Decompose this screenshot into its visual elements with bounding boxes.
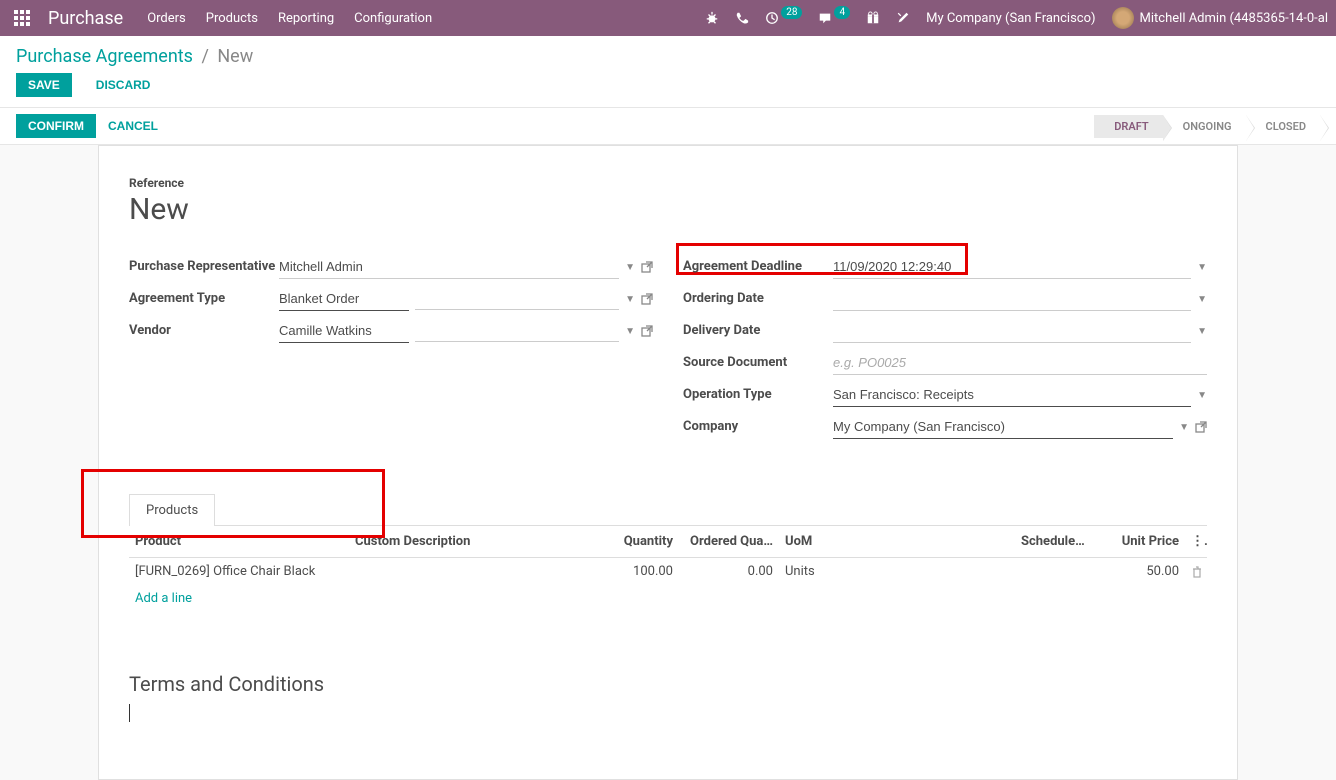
messages-badge: 4 [834,6,850,19]
phone-icon[interactable] [735,11,749,25]
breadcrumb-parent[interactable]: Purchase Agreements [16,46,193,67]
vendor-label: Vendor [129,319,279,338]
external-link-icon[interactable] [1195,421,1207,433]
deadline-input[interactable] [833,255,1191,279]
chevron-down-icon[interactable]: ▼ [625,326,635,337]
systray: 28 4 My Company (San Francisco) Mitchell… [705,7,1328,29]
table-row[interactable]: [FURN_0269] Office Chair Black 100.00 0.… [129,558,1207,586]
external-link-icon[interactable] [641,293,653,305]
chevron-down-icon[interactable]: ▼ [1197,326,1207,337]
col-scheduled[interactable]: Scheduled … [1015,526,1095,558]
cancel-button[interactable]: CANCEL [96,114,170,138]
terms-input[interactable] [130,704,1204,739]
col-uom[interactable]: UoM [779,526,839,558]
bug-icon[interactable] [705,11,719,25]
reference-value: New [129,192,1207,227]
menu-products[interactable]: Products [206,11,258,26]
cell-custom-desc[interactable] [349,558,609,586]
cell-product[interactable]: [FURN_0269] Office Chair Black [129,558,349,586]
external-link-icon[interactable] [641,325,653,337]
user-name: Mitchell Admin (4485365-14-0-al [1140,11,1328,26]
tab-products[interactable]: Products [129,494,215,526]
operation-type-input[interactable] [833,383,1191,407]
main-menu: Orders Products Reporting Configuration [147,11,432,26]
menu-configuration[interactable]: Configuration [354,11,432,26]
status-ongoing[interactable]: ONGOING [1163,115,1246,138]
top-navbar: Purchase Orders Products Reporting Confi… [0,0,1336,36]
source-doc-input[interactable] [833,351,1207,375]
status-closed[interactable]: CLOSED [1246,115,1320,138]
avatar [1112,7,1134,29]
products-table: Product Custom Description Quantity Orde… [129,526,1207,612]
activities-icon[interactable]: 28 [765,11,802,25]
form-right-col: Agreement Deadline ▼ Ordering Date ▼ Del… [683,255,1207,447]
agreement-type-label: Agreement Type [129,287,279,306]
control-panel: Purchase Agreements / New SAVE DISCARD [0,36,1336,108]
menu-orders[interactable]: Orders [147,11,186,26]
vendor-input[interactable] [279,319,409,343]
purchase-rep-label: Purchase Representative [129,255,279,274]
tools-icon[interactable] [896,11,910,25]
options-icon[interactable]: ⋮ [1185,526,1207,558]
agreement-type-input[interactable] [279,287,409,311]
form-sheet: Reference New Purchase Representative ▼ … [98,145,1238,780]
status-arrows: DRAFT ONGOING CLOSED [1094,115,1320,138]
trash-icon[interactable] [1185,558,1207,586]
form-left-col: Purchase Representative ▼ Agreement Type… [129,255,653,447]
deadline-label: Agreement Deadline [683,255,833,274]
company-label: Company [683,415,833,434]
ordering-date-input[interactable] [833,287,1191,311]
cell-unit-price[interactable]: 50.00 [1095,558,1185,586]
col-custom-desc[interactable]: Custom Description [349,526,609,558]
add-line-link[interactable]: Add a line [135,591,192,606]
breadcrumb: Purchase Agreements / New [16,46,253,67]
chevron-down-icon[interactable]: ▼ [625,294,635,305]
apps-icon[interactable] [8,4,36,32]
chevron-down-icon[interactable]: ▼ [625,262,635,273]
chevron-down-icon[interactable]: ▼ [1197,294,1207,305]
app-name[interactable]: Purchase [48,8,123,29]
notebook: Products Product Custom Description Quan… [129,493,1207,612]
cell-quantity[interactable]: 100.00 [609,558,679,586]
messages-icon[interactable]: 4 [818,11,850,25]
external-link-icon[interactable] [641,261,653,273]
activities-badge: 28 [781,6,802,19]
cell-ordered[interactable]: 0.00 [679,558,779,586]
reference-label: Reference [129,176,1207,190]
purchase-rep-input[interactable] [279,255,619,279]
menu-reporting[interactable]: Reporting [278,11,334,26]
user-menu[interactable]: Mitchell Admin (4485365-14-0-al [1112,7,1328,29]
save-button[interactable]: SAVE [16,73,72,97]
chevron-down-icon[interactable]: ▼ [1197,390,1207,401]
status-draft[interactable]: DRAFT [1094,115,1162,138]
col-unit-price[interactable]: Unit Price [1095,526,1185,558]
gift-icon[interactable] [866,11,880,25]
delivery-date-input[interactable] [833,319,1191,343]
company-input[interactable] [833,415,1173,439]
col-quantity[interactable]: Quantity [609,526,679,558]
chevron-down-icon[interactable]: ▼ [1179,422,1189,433]
statusbar: CONFIRM CANCEL DRAFT ONGOING CLOSED [0,108,1336,145]
discard-button[interactable]: DISCARD [84,73,163,97]
source-doc-label: Source Document [683,351,833,370]
operation-type-label: Operation Type [683,383,833,402]
confirm-button[interactable]: CONFIRM [16,114,96,138]
chevron-down-icon[interactable]: ▼ [1197,262,1207,273]
col-ordered[interactable]: Ordered Qua… [679,526,779,558]
col-product[interactable]: Product [129,526,349,558]
cell-uom[interactable]: Units [779,558,839,586]
terms-heading: Terms and Conditions [129,672,1207,696]
cell-scheduled[interactable] [1015,558,1095,586]
company-switcher[interactable]: My Company (San Francisco) [926,11,1095,26]
ordering-date-label: Ordering Date [683,287,833,306]
delivery-date-label: Delivery Date [683,319,833,338]
breadcrumb-current: New [217,46,253,67]
